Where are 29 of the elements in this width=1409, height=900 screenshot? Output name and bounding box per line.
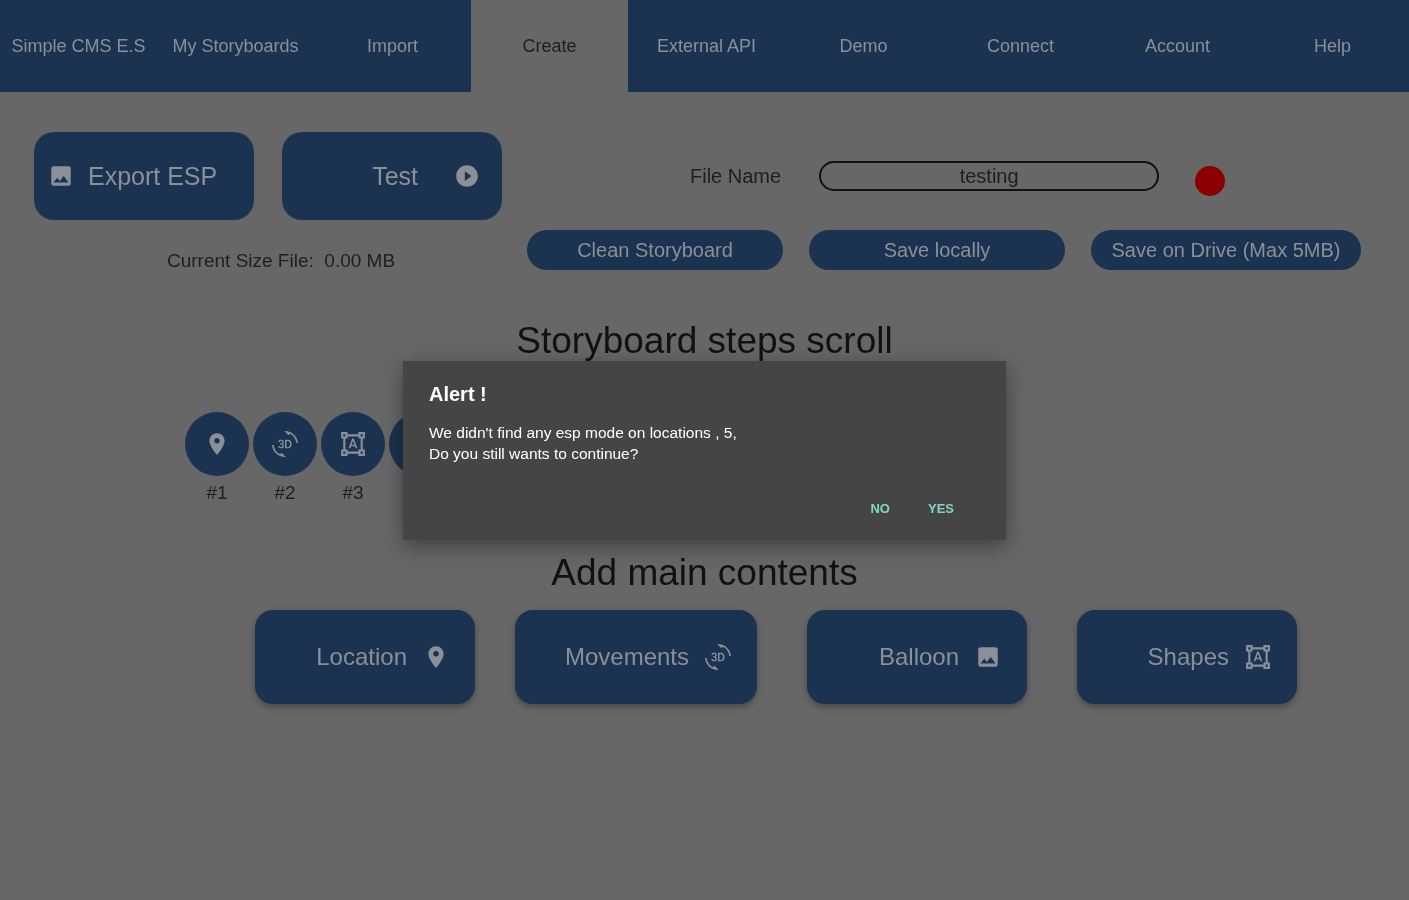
- image-icon: [975, 644, 1001, 670]
- dialog-message: We didn't find any esp mode on locations , 5, Do you still wants to continue?: [429, 423, 738, 464]
- content-button[interactable]: Shapes: [1077, 610, 1297, 704]
- section-title: Add main contents: [550, 552, 859, 594]
- content-button[interactable]: Movements: [515, 610, 757, 704]
- file-name-field[interactable]: testing: [819, 161, 1160, 191]
- action-button[interactable]: Save on Drive (Max 5MB): [1091, 230, 1361, 270]
- image-icon: [48, 163, 74, 189]
- current-size-text: Current Size File: 0.00 MB: [167, 250, 397, 272]
- dialog-button[interactable]: NO: [868, 499, 892, 518]
- test-button[interactable]: Test: [282, 132, 502, 220]
- action-button[interactable]: Clean Storyboard: [527, 230, 783, 270]
- action-button[interactable]: Save locally: [809, 230, 1065, 270]
- shape-icon: [340, 431, 366, 457]
- step-label: #1: [206, 482, 228, 504]
- export-esp-button[interactable]: Export ESP: [34, 132, 254, 220]
- nav-tab[interactable]: Create: [471, 0, 628, 92]
- section-title: Storyboard steps scroll: [515, 320, 894, 362]
- content-button[interactable]: Balloon: [807, 610, 1027, 704]
- play-icon: [454, 163, 480, 189]
- shape-icon: [1245, 644, 1271, 670]
- file-name-label: File Name: [690, 164, 782, 188]
- rotate-3d-icon: [705, 644, 731, 670]
- dialog-button[interactable]: YES: [926, 499, 956, 518]
- step-label: #2: [274, 482, 296, 504]
- dialog-title: Alert !: [429, 383, 488, 406]
- step-label: #3: [342, 482, 364, 504]
- content-button[interactable]: Location: [255, 610, 475, 704]
- rotate-3d-icon: [272, 431, 298, 457]
